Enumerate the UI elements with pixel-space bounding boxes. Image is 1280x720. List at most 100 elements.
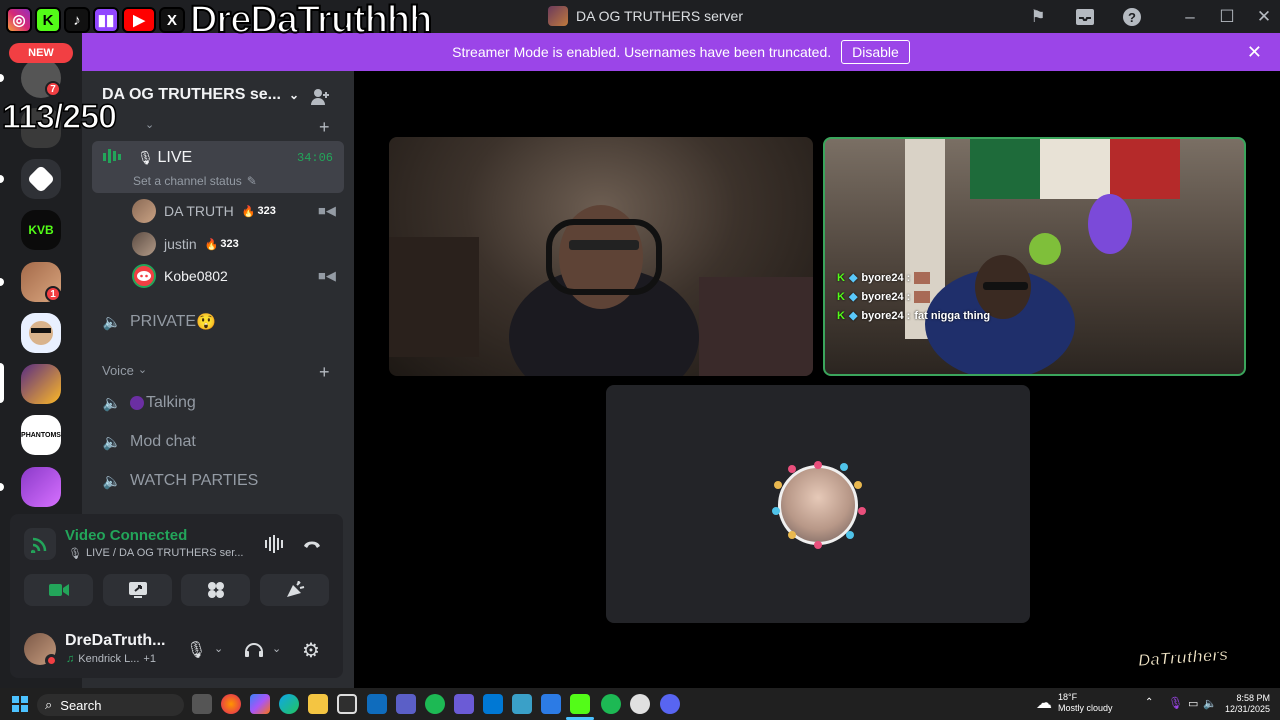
guild-header[interactable]: DA OG TRUTHERS se... ⌄ xyxy=(102,86,299,104)
member-name: Kobe0802 xyxy=(164,268,228,284)
headphones-icon[interactable] xyxy=(244,640,264,663)
chevron-down-icon[interactable]: ⌄ xyxy=(214,642,223,655)
diamond-badge-icon: ◆ xyxy=(848,310,858,322)
streak-badge: 🔥 323 xyxy=(241,205,276,218)
soundboard-button[interactable] xyxy=(260,574,329,606)
flag-icon[interactable]: ⚑ xyxy=(1026,5,1050,29)
selected-server-pill xyxy=(0,363,4,403)
chevron-up-icon[interactable]: ⌃ xyxy=(1145,697,1153,708)
chevron-down-icon: ⌄ xyxy=(145,119,155,131)
voice-channel[interactable]: 🔈 Talking xyxy=(102,393,196,413)
member-name: justin xyxy=(164,236,197,252)
kick-badge-icon: K xyxy=(837,271,845,284)
disconnect-icon[interactable] xyxy=(302,536,322,555)
server-icon-9[interactable] xyxy=(21,467,61,507)
app-icon[interactable] xyxy=(425,694,445,714)
volume-icon[interactable]: 🔈 xyxy=(1203,697,1217,710)
activities-button[interactable] xyxy=(181,574,250,606)
server-icon-3[interactable] xyxy=(21,159,61,199)
mention-badge: 7 xyxy=(45,81,61,97)
server-icon-active[interactable] xyxy=(21,364,61,404)
banner-close-icon[interactable]: ✕ xyxy=(1247,42,1262,63)
copilot-icon[interactable] xyxy=(250,694,270,714)
instagram-icon: ◎ xyxy=(6,7,32,33)
purple-bean-emoji xyxy=(130,396,144,410)
guild-name: DA OG TRUTHERS se... xyxy=(102,86,281,103)
taskbar-clock[interactable]: 8:58 PM 12/31/2025 xyxy=(1225,693,1270,715)
invite-people-icon[interactable] xyxy=(309,86,331,108)
diamond-badge-icon: ◆ xyxy=(848,272,858,284)
streak-badge: 🔥 323 xyxy=(204,238,239,251)
voice-channel-private[interactable]: 🔈 PRIVATE 😲 xyxy=(102,312,216,332)
microphone-icon[interactable]: 🎙 xyxy=(186,640,206,660)
voice-member[interactable]: DA TRUTH 🔥 323 xyxy=(132,199,276,223)
photos-icon[interactable] xyxy=(541,694,561,714)
twitch-icon: ▮▮ xyxy=(93,7,119,33)
firefox-icon[interactable] xyxy=(221,694,241,714)
create-channel-plus-icon[interactable]: + xyxy=(319,117,330,138)
clock-date: 12/31/2025 xyxy=(1224,704,1270,714)
app-icon[interactable] xyxy=(483,694,503,714)
maximize-icon[interactable]: ☐ xyxy=(1215,5,1239,29)
task-view-icon[interactable] xyxy=(192,694,212,714)
camera-button[interactable] xyxy=(24,574,93,606)
kick-icon: K xyxy=(35,7,61,33)
voice-location[interactable]: 🎙 LIVE / DA OG TRUTHERS ser... xyxy=(68,547,243,560)
store-icon[interactable] xyxy=(337,694,357,714)
chevron-down-icon[interactable]: ⌄ xyxy=(272,642,281,655)
obs-icon[interactable] xyxy=(630,694,650,714)
kick-badge-icon: K xyxy=(837,290,845,303)
chat-message: K ◆ byore24 : xyxy=(837,271,990,284)
spotify-icon[interactable] xyxy=(601,694,621,714)
voice-channel[interactable]: 🔈 WATCH PARTIES xyxy=(102,471,259,491)
voice-location-text: LIVE / DA OG TRUTHERS ser... xyxy=(85,547,244,559)
close-window-icon[interactable]: ✕ xyxy=(1252,5,1276,29)
video-tile-da-truth[interactable] xyxy=(389,137,813,376)
viewer-counter-overlay: 113/250 xyxy=(1,97,118,137)
window-title-text: DA OG TRUTHERS server xyxy=(576,8,743,24)
minimize-icon[interactable]: – xyxy=(1178,5,1202,29)
taskbar-search[interactable]: ⌕ Search xyxy=(37,694,184,716)
video-tile-justin-speaking[interactable]: K ◆ byore24 : K ◆ byore24 : K ◆ byore24 … xyxy=(823,137,1246,376)
help-icon[interactable]: ? xyxy=(1120,5,1144,29)
teams-icon[interactable] xyxy=(396,694,416,714)
windows-start-icon[interactable] xyxy=(12,696,28,717)
channel-name: Mod chat xyxy=(130,433,196,450)
chat-message: K ◆ byore24 : fat nigga thing xyxy=(837,309,991,323)
audio-tile-kobe[interactable] xyxy=(606,385,1030,623)
create-channel-plus-icon[interactable]: + xyxy=(319,362,330,383)
chevron-down-icon: ⌄ xyxy=(137,364,148,376)
app-icon[interactable] xyxy=(512,694,532,714)
noise-suppression-icon[interactable] xyxy=(264,535,286,558)
connection-info-icon[interactable] xyxy=(24,528,56,560)
discord-icon[interactable] xyxy=(660,694,680,714)
network-icon[interactable]: ▭ xyxy=(1188,697,1198,710)
tray-mic-icon[interactable]: 🎙 xyxy=(1168,696,1183,710)
server-icon-kvb[interactable]: KVB xyxy=(21,210,61,250)
kick-badge-icon: K xyxy=(837,309,845,322)
file-explorer-icon[interactable] xyxy=(308,694,328,714)
new-badge: NEW xyxy=(9,43,73,63)
server-icon-6[interactable] xyxy=(21,313,61,353)
voice-activity-icon xyxy=(102,147,124,170)
channel-status[interactable]: Set a channel status ✎ xyxy=(133,174,257,188)
voice-channel[interactable]: 🔈 Mod chat xyxy=(102,432,196,452)
voice-category[interactable]: Voice ⌄ xyxy=(102,363,147,378)
kick-app-icon[interactable] xyxy=(570,694,590,714)
weather-widget[interactable]: ☁ 18°F Mostly cloudy xyxy=(1036,692,1113,714)
voice-member[interactable]: Kobe0802 xyxy=(132,264,228,288)
watermark-logo: DaTruthers xyxy=(1137,644,1229,671)
chat-message: K ◆ byore24 : xyxy=(837,290,990,303)
category-name: Voice xyxy=(102,363,134,378)
screen-share-button[interactable] xyxy=(103,574,172,606)
outlook-icon[interactable] xyxy=(367,694,387,714)
edge-icon[interactable] xyxy=(279,694,299,714)
weather-text: 18°F Mostly cloudy xyxy=(1058,692,1113,714)
voice-member[interactable]: justin 🔥 323 xyxy=(132,232,239,256)
member-name: DA TRUTH xyxy=(164,203,234,219)
inbox-icon[interactable] xyxy=(1073,5,1097,29)
disable-streamer-mode-button[interactable]: Disable xyxy=(841,40,910,64)
gear-icon[interactable]: ⚙ xyxy=(302,638,320,663)
app-icon[interactable] xyxy=(454,694,474,714)
server-icon-8[interactable]: PHANTOMS xyxy=(21,415,61,455)
